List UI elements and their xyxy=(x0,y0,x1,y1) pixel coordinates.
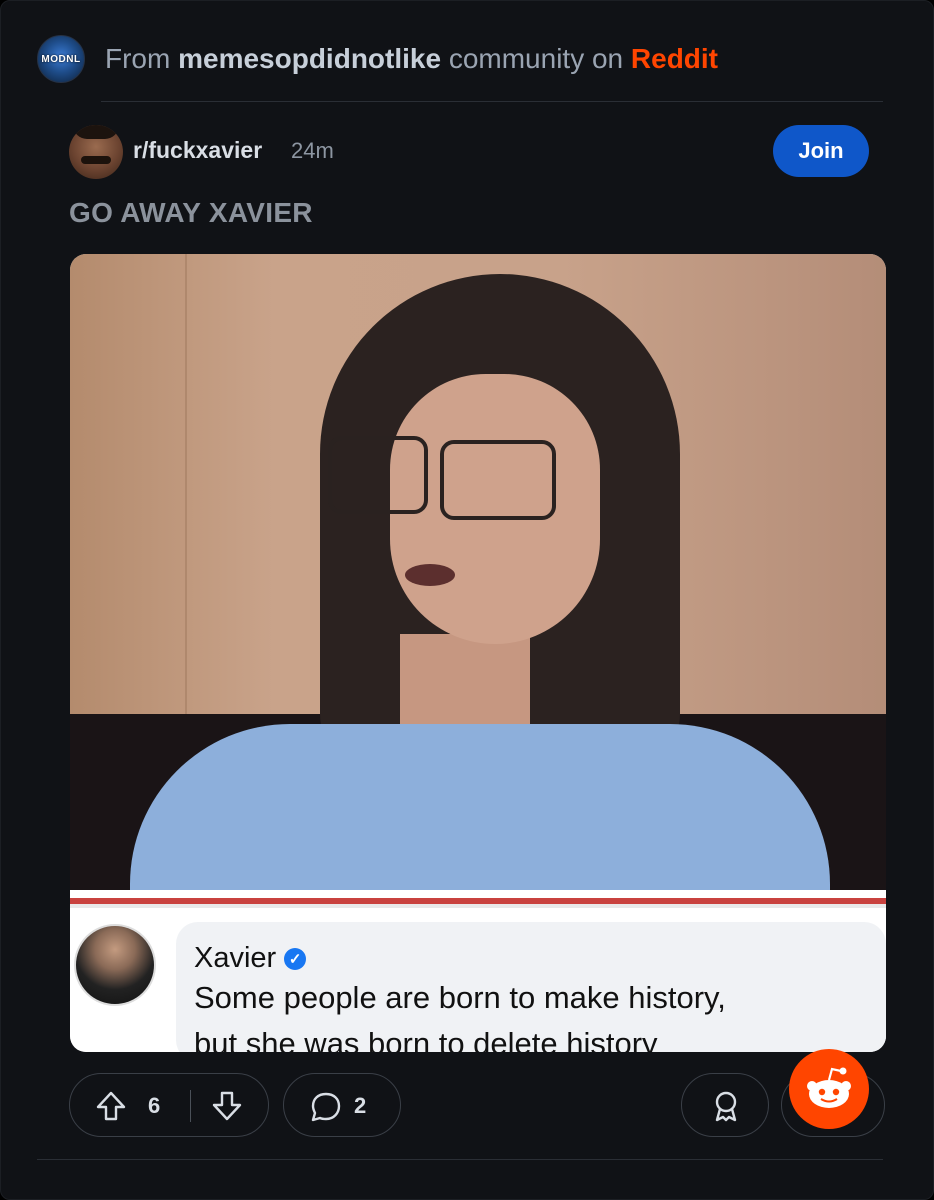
downvote-icon[interactable] xyxy=(210,1090,244,1122)
divider-top xyxy=(101,101,883,102)
photo xyxy=(70,254,886,924)
divider-bottom xyxy=(37,1159,883,1160)
source-text: From memesopdidnotlike community on Redd… xyxy=(105,43,718,75)
award-icon xyxy=(715,1091,737,1122)
award-button[interactable] xyxy=(681,1073,769,1137)
community-logo-text: MODNL xyxy=(41,53,81,65)
source-prefix: From xyxy=(105,43,171,74)
source-community[interactable]: memesopdidnotlike xyxy=(178,43,441,74)
action-bar: 6 2 xyxy=(69,1073,885,1139)
comment-count: 2 xyxy=(354,1093,367,1118)
tweet-text-line-1: Some people are born to make history, xyxy=(194,980,726,1015)
upvote-count: 6 xyxy=(148,1093,161,1118)
subreddit-name[interactable]: r/fuckxavier xyxy=(133,137,262,164)
post-time: 24m xyxy=(291,138,334,163)
post-card: MODNL From memesopdidnotlike community o… xyxy=(0,0,934,1200)
post-title[interactable]: GO AWAY XAVIER xyxy=(69,197,313,229)
tweet-author-name: Xavier xyxy=(194,942,277,974)
embedded-tweet: Xavier ✓ Some people are born to make hi… xyxy=(70,890,886,1052)
community-logo[interactable]: MODNL xyxy=(37,35,85,83)
post-image[interactable]: Xavier ✓ Some people are born to make hi… xyxy=(70,254,886,1052)
vote-control: 6 xyxy=(69,1073,269,1137)
source-middle: community on xyxy=(448,43,624,74)
verified-icon: ✓ xyxy=(284,947,307,970)
upvote-icon[interactable] xyxy=(94,1090,128,1122)
subreddit-avatar[interactable] xyxy=(69,125,123,179)
reddit-snoo-icon xyxy=(789,1049,869,1129)
source-header: MODNL From memesopdidnotlike community o… xyxy=(37,35,718,83)
tweet-text-line-2: but she was born to delete history xyxy=(194,1026,658,1052)
comment-icon xyxy=(311,1092,341,1122)
post-header: r/fuckxavier 24m Join xyxy=(69,125,869,181)
tweet-author: Xavier ✓ xyxy=(194,942,307,975)
join-button[interactable]: Join xyxy=(773,125,869,177)
comments-button[interactable]: 2 xyxy=(283,1073,401,1137)
tweet-avatar xyxy=(74,924,156,1006)
source-platform[interactable]: Reddit xyxy=(631,43,718,74)
